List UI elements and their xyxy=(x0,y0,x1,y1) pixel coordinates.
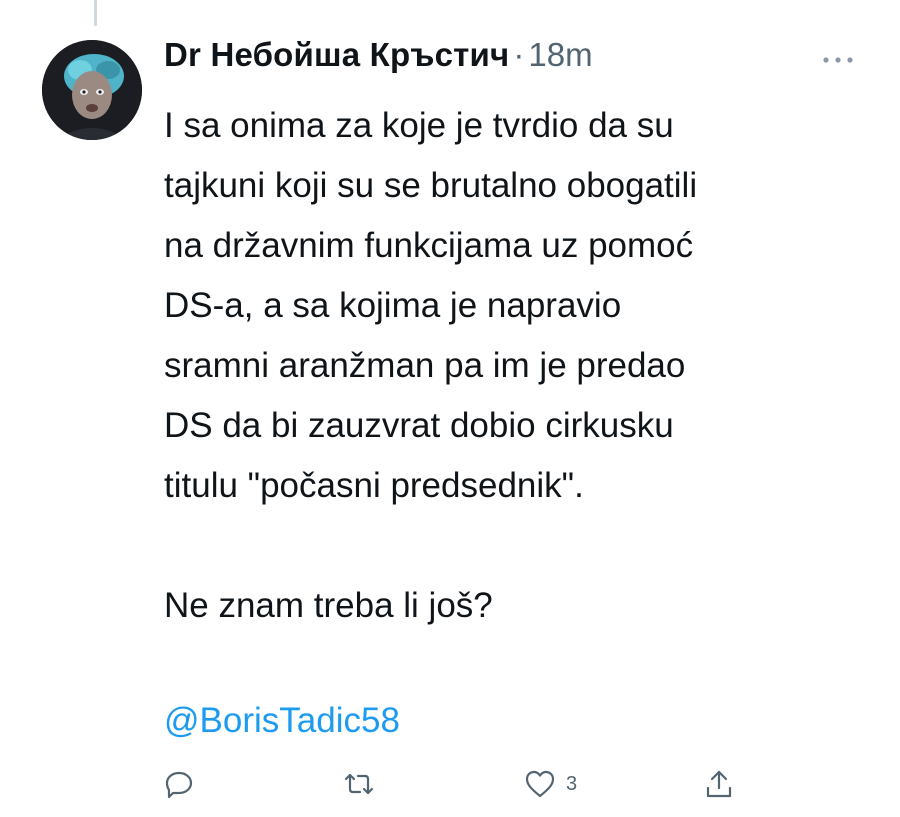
like-count: 3 xyxy=(566,772,578,795)
share-button[interactable] xyxy=(704,762,734,806)
header-separator: · xyxy=(513,36,525,73)
reply-button[interactable] xyxy=(164,762,194,806)
author-name[interactable]: Dr Небойша Кръстич xyxy=(164,36,509,74)
retweet-button[interactable] xyxy=(342,762,376,806)
tweet-text: I sa onima za koje je tvrdio da su tajku… xyxy=(164,106,698,625)
tweet-timestamp[interactable]: 18m xyxy=(528,36,592,74)
tweet-header: Dr Небойша Кръстич · 18m xyxy=(164,36,593,86)
thread-connector-line xyxy=(94,0,97,26)
tweet-actions-bar: 3 xyxy=(164,762,784,806)
avatar[interactable] xyxy=(42,40,142,140)
share-icon xyxy=(704,768,734,800)
heart-icon xyxy=(524,769,556,799)
more-options-icon[interactable] xyxy=(818,50,862,70)
avatar-photo xyxy=(42,40,142,140)
comment-icon xyxy=(164,769,194,799)
like-button[interactable]: 3 xyxy=(524,762,577,806)
retweet-icon xyxy=(342,769,376,799)
mention-link[interactable]: @BorisTadic58 xyxy=(164,696,400,746)
